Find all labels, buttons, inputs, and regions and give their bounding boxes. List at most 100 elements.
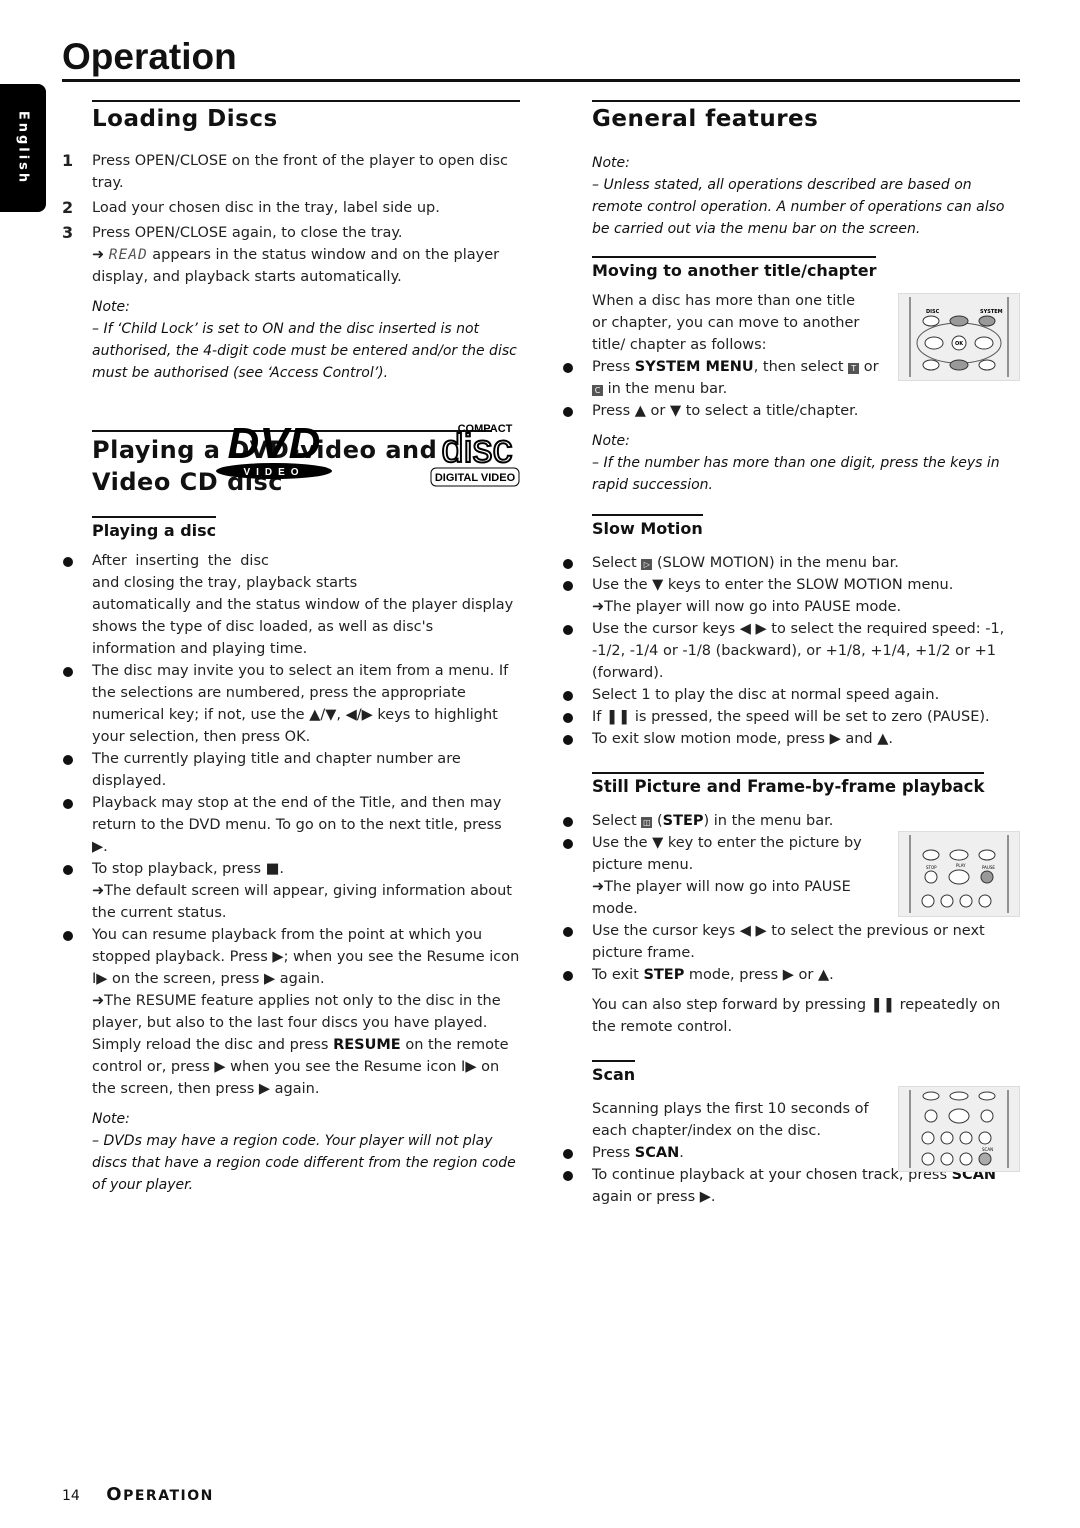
bullet-icon — [563, 625, 573, 635]
bullet-icon — [563, 559, 573, 569]
list-item: Select 1 to play the disc at normal spee… — [562, 684, 1020, 706]
list-item: Use the ▼ keys to enter the SLOW MOTION … — [562, 574, 1020, 618]
bullet-icon — [563, 713, 573, 723]
page-title: Operation — [62, 36, 237, 77]
remote-navigation-illustration: DISC SYSTEM OK — [898, 293, 1020, 381]
language-tab-label: English — [15, 110, 31, 186]
title-menu-icon: T — [848, 363, 860, 374]
page-number: 14 — [62, 1488, 80, 1504]
scan-label: SCAN — [982, 1147, 993, 1152]
list-item: To exit STEP mode, press ▶ or ▲. — [562, 964, 1020, 986]
intro-text: When a disc has more than one title or c… — [592, 293, 860, 353]
stop-label: STOP — [926, 865, 937, 870]
bullet-icon — [563, 735, 573, 745]
bullet-icon — [563, 691, 573, 701]
system-label: SYSTEM — [980, 309, 1003, 315]
list-item: The currently playing title and chapter … — [62, 748, 520, 792]
bullet-icon — [563, 1171, 573, 1181]
step-3: 3 Press OPEN/CLOSE again, to close the tr… — [62, 223, 403, 242]
play-icon: ▶ — [214, 1059, 226, 1075]
disc-menu-button-icon — [922, 315, 940, 327]
read-display: READ — [108, 247, 148, 263]
slow-motion-heading: Slow Motion — [592, 514, 703, 540]
list-item: The disc may invite you to select an ite… — [62, 660, 520, 748]
cd-logo-main: disc — [441, 427, 512, 471]
step-3-result: ➜ READ appears in the status window and … — [92, 247, 500, 285]
note-text: – Unless stated, all operations describe… — [592, 177, 1005, 237]
still-picture-heading: Still Picture and Frame-by-frame playbac… — [592, 772, 985, 798]
bullet-icon — [63, 865, 73, 875]
compact-disc-digital-video-logo: COMPACT disc DIGITAL VIDEO — [367, 418, 521, 494]
play-icon: ▶ — [264, 971, 276, 987]
list-item: Use the cursor keys ◀ ▶ to select the re… — [562, 618, 1020, 684]
resume-icon: I▶ — [461, 1059, 477, 1075]
play-icon: ▶ — [258, 1081, 271, 1097]
list-item: After inserting the disc — [62, 550, 520, 572]
pause-label: PAUSE — [982, 865, 995, 870]
step-2: 2 Load your chosen disc in the tray, labe… — [62, 198, 440, 217]
bullet-icon — [63, 667, 73, 677]
note-label: Note: — [592, 433, 630, 449]
note-label: Note: — [92, 299, 130, 315]
bullet-icon — [563, 363, 573, 373]
note-text: – DVDs may have a region code. Your play… — [92, 1133, 516, 1193]
intro-text: Scanning plays the first 10 seconds of e… — [592, 1101, 869, 1139]
pause-button-icon — [980, 870, 994, 884]
step-extra-text: You can also step forward by pressing ❚❚… — [592, 997, 1001, 1035]
arrow-icon: ➜ — [92, 247, 105, 263]
system-menu-button-icon — [978, 315, 996, 327]
ok-label: OK — [955, 341, 964, 347]
bullet-icon — [563, 927, 573, 937]
note-label: Note: — [592, 155, 630, 171]
bullet-icon — [563, 971, 573, 981]
disc-label: DISC — [926, 309, 940, 315]
down-button-icon — [949, 359, 969, 371]
remote-pause-illustration: STOP PLAY PAUSE — [898, 831, 1020, 917]
cd-logo-sub: DIGITAL VIDEO — [435, 472, 516, 484]
moving-heading: Moving to another title/chapter — [592, 256, 877, 282]
arrow-keys-icon: ▲/▼, ◀/▶ — [309, 707, 373, 723]
language-tab: English — [0, 84, 46, 212]
playing-a-disc-heading: Playing a disc — [92, 516, 217, 542]
general-features-section: General features Note: – Unless stated, … — [562, 100, 1020, 240]
list-item: If ❚❚ is pressed, the speed will be set … — [562, 706, 1020, 728]
bullet-icon — [563, 581, 573, 591]
list-item: Select ◫ (STEP) in the menu bar. — [562, 810, 1020, 832]
bullet-icon — [63, 755, 73, 765]
general-features-heading: General features — [592, 100, 1020, 134]
title-rule — [62, 79, 1020, 82]
bullet-icon — [63, 557, 73, 567]
note-text: – If the number has more than one digit,… — [592, 455, 1000, 493]
slow-motion-section: Slow Motion Select ▷ (SLOW MOTION) in th… — [562, 514, 1020, 750]
list-item: You can resume playback from the point a… — [62, 924, 520, 1100]
loading-discs-heading: Loading Discs — [92, 100, 520, 134]
scan-heading: Scan — [592, 1060, 636, 1086]
note-text: – If ‘Child Lock’ is set to ON and the d… — [92, 321, 517, 381]
playing-dvd-section: Playing a DVD-video and Video CD disc Pl… — [62, 430, 520, 1196]
scan-button-icon — [978, 1152, 992, 1166]
remote-scan-illustration: SCAN — [898, 1086, 1020, 1172]
stop-icon: ■ — [265, 861, 280, 877]
play-icon: ▶ — [272, 949, 284, 965]
list-item: Use the cursor keys ◀ ▶ to select the pr… — [562, 920, 1020, 964]
bullet-icon — [63, 799, 73, 809]
list-item: To stop playback, press ■. ➜The default s… — [62, 858, 520, 924]
list-item: Select ▷ (SLOW MOTION) in the menu bar. — [562, 552, 1020, 574]
footer-section-name: OPERATION — [106, 1484, 214, 1505]
bullet-icon — [563, 817, 573, 827]
note-label: Note: — [92, 1111, 130, 1127]
list-item: To exit slow motion mode, press ▶ and ▲. — [562, 728, 1020, 750]
list-item: Use the ▼ key to enter the picture by pi… — [562, 832, 862, 920]
right-column: General features Note: – Unless stated, … — [562, 100, 1020, 1208]
up-button-icon — [949, 315, 969, 327]
chapter-menu-icon: C — [592, 385, 603, 396]
step-icon: ◫ — [641, 817, 653, 828]
list-item: Press ▲ or ▼ to select a title/chapter. — [562, 400, 1020, 422]
dvd-logo-subtext: VIDEO — [243, 467, 304, 478]
left-column: Loading Discs 1 Press OPEN/CLOSE on the f… — [62, 100, 520, 1196]
loading-discs-section: Loading Discs 1 Press OPEN/CLOSE on the f… — [62, 100, 520, 384]
play-icon: ▶ — [92, 839, 104, 855]
dvd-logo-text: DVD — [228, 419, 321, 468]
list-item: Playback may stop at the end of the Titl… — [62, 792, 520, 858]
list-item-cont: and closing the tray, playback starts aut… — [92, 575, 514, 657]
